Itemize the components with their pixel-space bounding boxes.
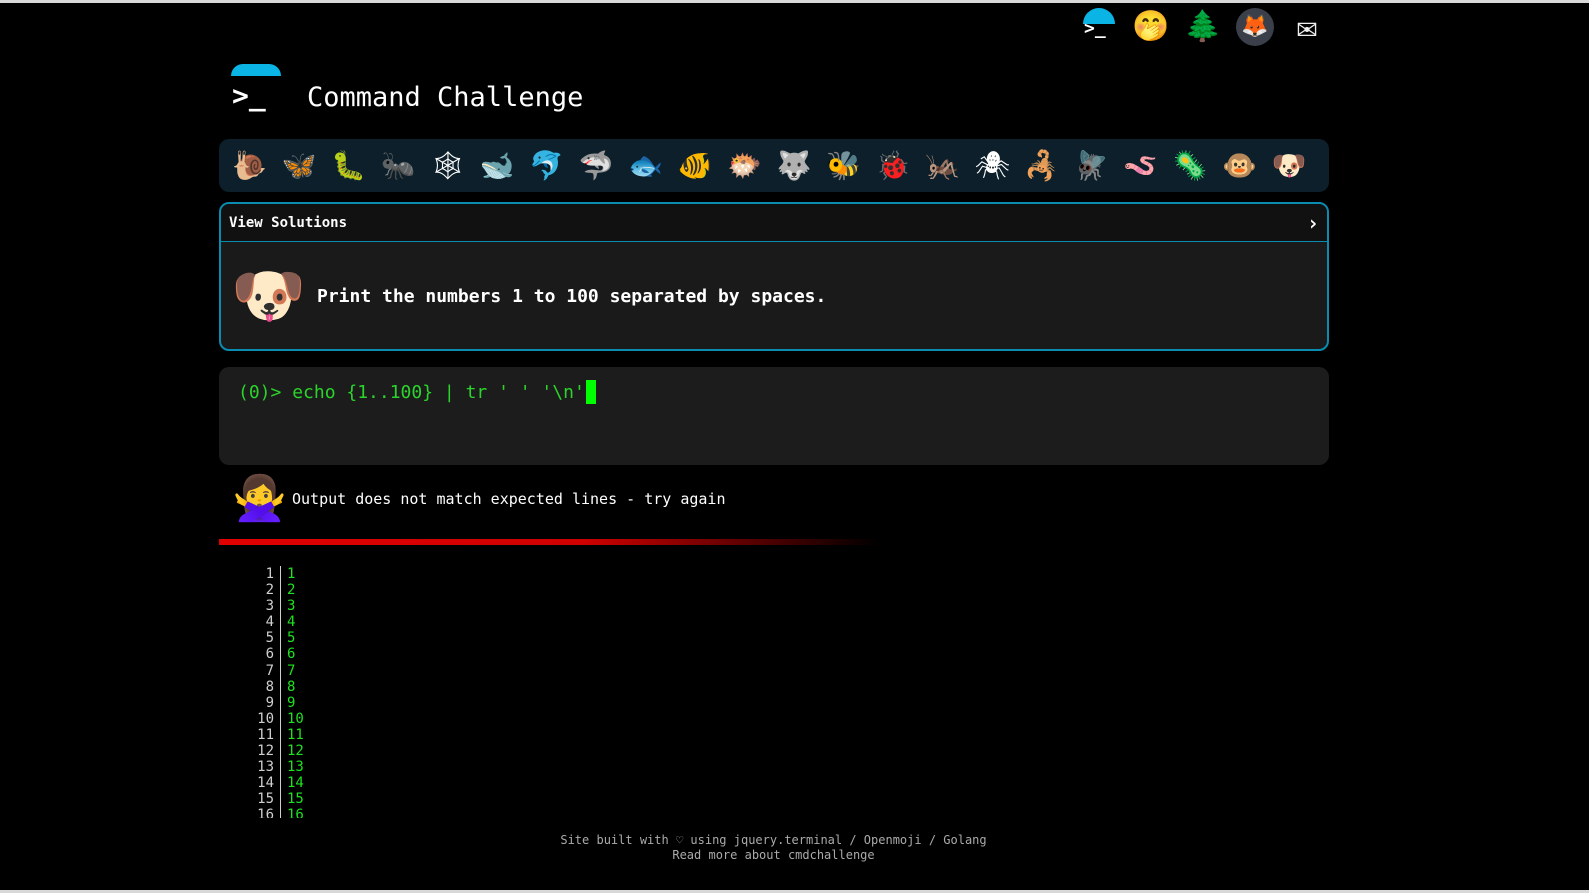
output-line: 12 [287,743,304,760]
line-number: 13 [257,759,274,776]
scorpion-icon[interactable]: 🦂 [1017,151,1067,180]
snail-icon[interactable]: 🐌 [225,151,275,180]
line-number: 3 [265,598,274,615]
line-number: 11 [257,726,274,743]
shark-icon[interactable]: 🦈 [572,151,622,180]
line-number: 1 [265,566,274,582]
dolphin-icon[interactable]: 🐬 [522,151,572,180]
line-number: 8 [265,678,274,695]
line-number: 12 [257,743,274,760]
person-gesturing-no-icon: 🙅‍♀️ [232,473,287,524]
output-listing: 1 2 3 4 5 6 7 8 9 10 11 12 13 14 15 16 1… [240,566,304,818]
view-solutions-toggle[interactable]: View Solutions › [221,204,1327,242]
chevron-right-icon[interactable]: › [1307,211,1319,235]
challenge-task-text: Print the numbers 1 to 100 separated by … [317,285,827,307]
line-number: 6 [265,646,274,663]
line-number: 4 [265,614,274,631]
output-line: 8 [287,678,296,695]
bee-icon[interactable]: 🐝 [819,151,869,180]
output-line: 7 [287,662,296,679]
microbe-icon[interactable]: 🦠 [1166,151,1216,180]
output-line: 14 [287,775,304,792]
line-number-column: 1 2 3 4 5 6 7 8 9 10 11 12 13 14 15 16 [240,566,281,818]
cricket-icon[interactable]: 🦗 [918,151,968,180]
line-number: 15 [257,791,274,808]
logo-prompt-icon: >_ [232,79,266,112]
line-number: 7 [265,662,274,679]
line-number: 9 [265,694,274,711]
evergreen-tree-icon[interactable]: 🌲 [1184,8,1222,46]
output-line: 4 [287,614,296,631]
footer-read-more-link[interactable]: Read more about cmdchallenge [0,848,1547,863]
gitlab-icon[interactable]: 🦊 [1236,8,1274,46]
envelope-icon[interactable]: ✉ [1288,8,1326,46]
output-line: 15 [287,791,304,808]
terminal-icon[interactable]: >_ [1080,8,1118,46]
blowfish-icon[interactable]: 🐡 [720,151,770,180]
line-number: 5 [265,630,274,647]
terminal-prompt: (0)> [238,381,293,403]
output-line: 3 [287,598,296,615]
output-line: 16 [287,807,304,818]
output-value-column: 1 2 3 4 5 6 7 8 9 10 11 12 13 14 15 16 [281,566,304,818]
logo-arc [231,64,281,76]
site-logo[interactable]: >_ [230,64,282,116]
command-line[interactable]: (0)> echo {1..100} | tr ' ' '\n' [238,380,596,404]
challenge-animal-strip: 🐌 🦋 🐛 🐜 🕸 🐋 🐬 🦈 🐟 🐠 🐡 🐺 🐝 🐞 🦗 🕷 🦂 🪰 🪱 🦠 … [219,139,1329,192]
page-title: Command Challenge [307,82,584,113]
ladybug-icon[interactable]: 🐞 [869,151,919,180]
result-feedback: 🙅‍♀️ Output does not match expected line… [232,477,725,521]
fish-icon[interactable]: 🐟 [621,151,671,180]
challenge-description: 🐶 Print the numbers 1 to 100 separated b… [221,242,1327,349]
caterpillar-icon[interactable]: 🐛 [324,151,374,180]
butterfly-icon[interactable]: 🦋 [275,151,325,180]
whale-icon[interactable]: 🐋 [473,151,523,180]
worm-icon[interactable]: 🪱 [1116,151,1166,180]
terminal-input[interactable]: (0)> echo {1..100} | tr ' ' '\n' [219,367,1329,465]
challenge-panel: View Solutions › 🐶 Print the numbers 1 t… [219,202,1329,351]
fly-icon[interactable]: 🪰 [1067,151,1117,180]
output-line: 5 [287,630,296,647]
footer: Site built with ♡ using jquery.terminal … [0,833,1547,863]
output-line: 10 [287,710,304,727]
tropical-fish-icon[interactable]: 🐠 [671,151,721,180]
output-line: 1 [287,566,296,582]
terminal-icon-prompt: >_ [1084,18,1106,39]
terminal-cursor [585,380,596,404]
view-solutions-label: View Solutions [229,214,348,231]
face-hand-over-mouth-icon[interactable]: 🤭 [1132,8,1170,46]
ant-icon[interactable]: 🐜 [374,151,424,180]
output-line: 13 [287,759,304,776]
output-line: 9 [287,694,296,711]
command-text[interactable]: echo {1..100} | tr ' ' '\n' [292,382,585,403]
spider-icon[interactable]: 🕷 [968,151,1018,180]
output-line: 11 [287,726,304,743]
spider-web-icon[interactable]: 🕸 [423,151,473,180]
output-line: 2 [287,582,296,599]
output-line: 6 [287,646,296,663]
line-number: 14 [257,775,274,792]
top-border [0,0,1589,3]
dog-icon[interactable]: 🐶 [1265,151,1315,180]
line-number: 10 [257,710,274,727]
monkey-icon[interactable]: 🐵 [1215,151,1265,180]
feedback-message: Output does not match expected lines - t… [292,490,726,508]
line-number: 16 [257,807,274,818]
top-nav: >_ 🤭 🌲 🦊 ✉ [1080,8,1326,46]
footer-credits[interactable]: Site built with ♡ using jquery.terminal … [0,833,1547,848]
dog-face-icon: 🐶 [231,261,306,331]
error-bar [219,539,879,545]
line-number: 2 [265,582,274,599]
wolf-icon[interactable]: 🐺 [770,151,820,180]
